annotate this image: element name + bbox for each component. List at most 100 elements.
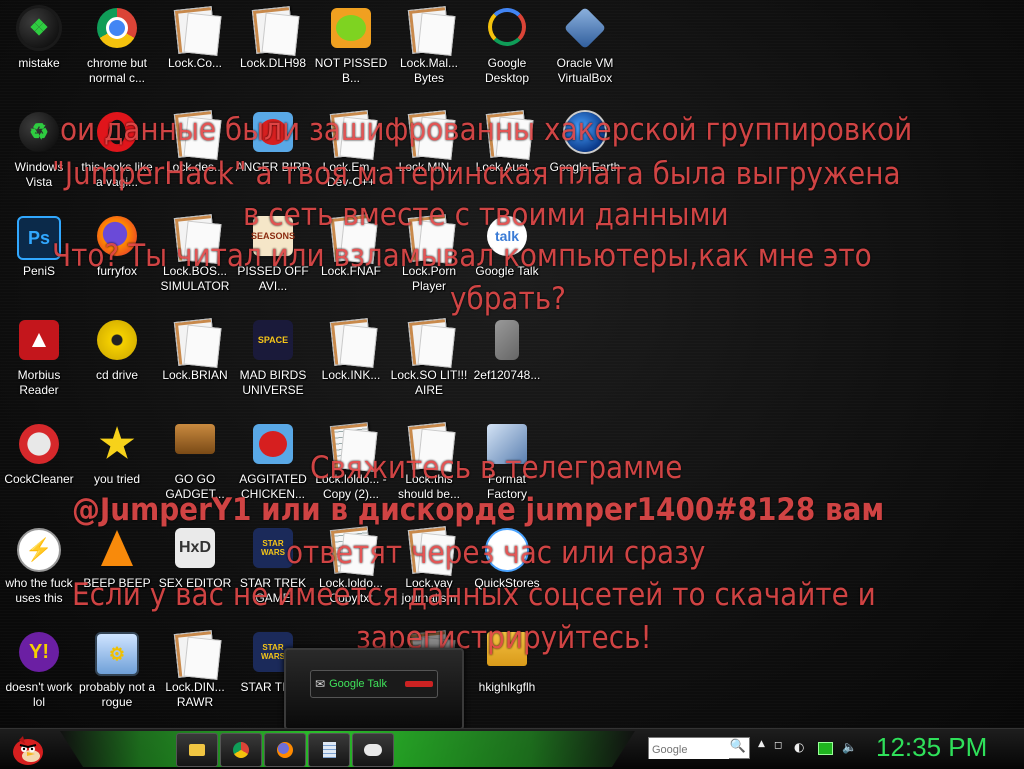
desktop-icon-label: AGGITATED CHICKEN... [239,472,307,501]
desktop-icon-label: Lock.yay journalism [401,576,457,605]
clock[interactable]: 12:35 PM [876,732,987,763]
desktop-icon[interactable]: BEEP BEEP [78,520,156,620]
desktop-icon[interactable]: QuickStores [468,520,546,620]
desktop-icon[interactable]: Lock.SO LIT!!! AIRE [390,312,468,412]
desktop-icon[interactable]: ⚡ who the fuck uses this [0,520,78,620]
desktop-icon-label: Lock.Aust... [475,160,539,174]
angry-birds-rio-icon [251,424,295,468]
taskbar-google-talk-button[interactable] [352,733,394,767]
desktop-icon[interactable]: Lock.Mal... Bytes [390,0,468,100]
gadget-label: Google Talk [329,678,387,690]
file-icon [407,526,451,574]
desktop-icon[interactable]: SPACE MAD BIRDS UNIVERSE [234,312,312,412]
desktop-icon[interactable]: Format Factory [468,416,546,516]
text-file-icon [329,422,373,470]
battery-icon[interactable] [818,742,833,755]
desktop-icon[interactable]: HxD SEX EDITOR [156,520,234,620]
notepad-icon [322,742,336,758]
desktop-icon[interactable]: Lock.des... [156,104,234,204]
desktop-icon-label: MAD BIRDS UNIVERSE [239,368,307,397]
taskbar: 🔍 ▲ ◻ ◐ 🔈 12:35 PM [0,728,1024,769]
desktop-icon[interactable]: Lock.Em... Dev-C++ [312,104,390,204]
desktop-icon-label: Lock.des... [165,160,225,174]
system-settings-icon: ⚙ [95,632,139,676]
taskbar-notepad-button[interactable] [308,733,350,767]
network-icon[interactable]: ◐ [794,740,804,754]
folder-icon [189,744,205,756]
desktop-icon[interactable]: hkighlkgflh [468,624,546,724]
desktop-icon[interactable]: Ps PeniS [0,208,78,308]
winamp-icon: ⚡ [17,528,61,572]
desktop-icon[interactable]: Google Earth [546,104,624,204]
google-talk-gadget-bar[interactable]: ✉ Google Talk [310,670,438,698]
desktop-icon[interactable]: ❖ mistake [0,0,78,100]
show-desktop-icon[interactable]: ◻ [774,740,782,751]
desktop-icon[interactable]: CockCleaner [0,416,78,516]
taskbar-folder-button[interactable] [176,733,218,767]
file-icon [173,6,217,54]
desktop-icon[interactable]: Lock.MIN... [390,104,468,204]
desktop-icon[interactable]: ★ you tried [78,416,156,516]
google-talk-gadget[interactable]: ✉ Google Talk [284,648,464,728]
recycle-sphere-icon: ♻ [17,112,61,156]
vlc-icon [95,528,139,572]
angry-bird-start-icon [13,736,43,765]
desktop-icon[interactable]: furryfox [78,208,156,308]
angry-birds-star-wars-icon: STAR WARS [251,528,295,572]
desktop-icon[interactable]: Lock.FNAF [312,208,390,308]
desktop-icon[interactable]: Lock.DIN... RAWR [156,624,234,724]
ccleaner-icon [17,424,61,468]
start-button[interactable] [0,729,56,769]
desktop-icon[interactable]: Lock.loldo... Copy.txt [312,520,390,620]
file-icon [329,214,373,262]
taskbar-chrome-button[interactable] [220,733,262,767]
desktop-icon[interactable]: cd drive [78,312,156,412]
photoshop-icon: Ps [17,216,61,260]
search-input[interactable] [649,741,729,759]
status-bar [405,681,433,687]
desktop: ❖ mistake chrome but normal c... Lock.Co...… [0,0,1024,728]
clock-icon [485,528,529,572]
desktop-icon-label: Lock.loldo... Copy.txt [318,576,384,605]
tray-expand-icon[interactable]: ▲ [758,739,765,749]
desktop-icon[interactable]: Lock.loldo... - Copy (2)... [312,416,390,516]
desktop-icon[interactable]: Google Desktop [468,0,546,100]
yahoo-messenger-icon: Y! [17,632,61,676]
desktop-icon-label: furryfox [96,264,137,278]
search-icon[interactable]: 🔍 [730,739,746,754]
desktop-icon[interactable]: GO GO GADGET... [156,416,234,516]
google-earth-icon [563,112,607,156]
search-box[interactable]: 🔍 [648,737,750,759]
desktop-icon[interactable]: Lock.Aust... [468,104,546,204]
desktop-icon[interactable]: ANGER BIRD [234,104,312,204]
desktop-icon[interactable]: AGGITATED CHICKEN... [234,416,312,516]
desktop-icon[interactable]: Oracle VM VirtualBox [546,0,624,100]
desktop-icon[interactable]: ▲ Morbius Reader [0,312,78,412]
desktop-icon[interactable]: talk Google Talk [468,208,546,308]
desktop-icon[interactable]: Lock.yay journalism [390,520,468,620]
desktop-icon[interactable]: ♻ Windows Vista [0,104,78,204]
desktop-icon-label: Lock.BRIAN [162,368,228,382]
desktop-icon[interactable]: 2ef120748... [468,312,546,412]
desktop-icon[interactable]: Lock.Porn Player [390,208,468,308]
desktop-icon-label: hkighlkgflh [478,680,536,694]
volume-icon[interactable]: 🔈 [842,740,857,754]
desktop-icon-label: Lock.INK... [321,368,381,382]
desktop-icon[interactable]: Lock.Co... [156,0,234,100]
desktop-icon[interactable]: Lock.INK... [312,312,390,412]
desktop-icon[interactable]: chrome but normal c... [78,0,156,100]
desktop-icon[interactable]: Lock.BOS... SIMULATOR [156,208,234,308]
taskbar-firefox-button[interactable] [264,733,306,767]
desktop-icon-label: Lock.BOS... SIMULATOR [160,264,230,293]
desktop-icon[interactable]: STAR WARS STAR TREK GAME [234,520,312,620]
desktop-icon[interactable]: Lock.this should be... [390,416,468,516]
desktop-icon[interactable]: Lock.DLH98 [234,0,312,100]
desktop-icon[interactable]: Lock.BRIAN [156,312,234,412]
desktop-icon[interactable]: NOT PISSED B... [312,0,390,100]
file-icon [251,6,295,54]
desktop-icon-label: cd drive [95,368,139,382]
desktop-icon[interactable]: SEASONS PISSED OFF AVI... [234,208,312,308]
desktop-icon[interactable]: ⚙ probably not a rogue [78,624,156,724]
desktop-icon[interactable]: Y! doesn't work lol [0,624,78,724]
desktop-icon[interactable]: this looks like a vagi... [78,104,156,204]
